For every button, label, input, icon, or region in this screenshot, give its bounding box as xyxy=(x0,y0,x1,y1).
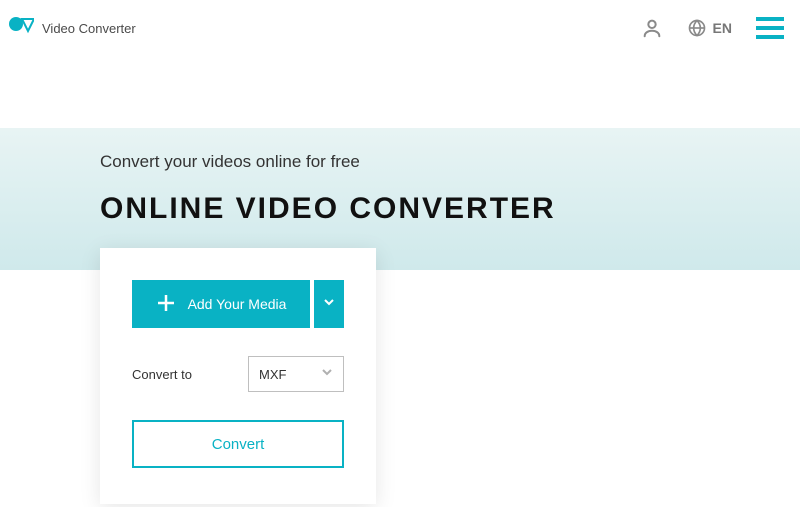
add-media-dropdown[interactable] xyxy=(314,280,344,328)
language-label: EN xyxy=(713,20,732,36)
convert-to-label: Convert to xyxy=(132,367,192,382)
add-media-label: Add Your Media xyxy=(188,296,287,312)
brand-name: Video Converter xyxy=(42,21,136,36)
plus-icon xyxy=(156,293,176,316)
add-media-row: Add Your Media xyxy=(132,280,344,328)
hero-title: ONLINE VIDEO CONVERTER xyxy=(100,192,800,226)
language-selector[interactable]: EN xyxy=(687,18,732,38)
convert-button-label: Convert xyxy=(212,436,265,453)
header-right: EN xyxy=(641,17,784,39)
header: Video Converter EN xyxy=(0,0,800,56)
menu-button[interactable] xyxy=(756,17,784,39)
convert-button[interactable]: Convert xyxy=(132,420,344,468)
format-select[interactable]: MXF xyxy=(248,356,344,392)
brand[interactable]: Video Converter xyxy=(8,13,136,44)
hero-subtitle: Convert your videos online for free xyxy=(100,152,800,172)
logo-icon xyxy=(8,13,34,44)
converter-panel: Add Your Media Convert to MXF Convert xyxy=(100,248,376,504)
add-media-button[interactable]: Add Your Media xyxy=(132,280,310,328)
convert-to-row: Convert to MXF xyxy=(132,356,344,392)
user-icon[interactable] xyxy=(641,17,663,39)
chevron-down-icon xyxy=(321,365,333,383)
chevron-down-icon xyxy=(323,295,335,313)
globe-icon xyxy=(687,18,707,38)
format-value: MXF xyxy=(259,367,286,382)
